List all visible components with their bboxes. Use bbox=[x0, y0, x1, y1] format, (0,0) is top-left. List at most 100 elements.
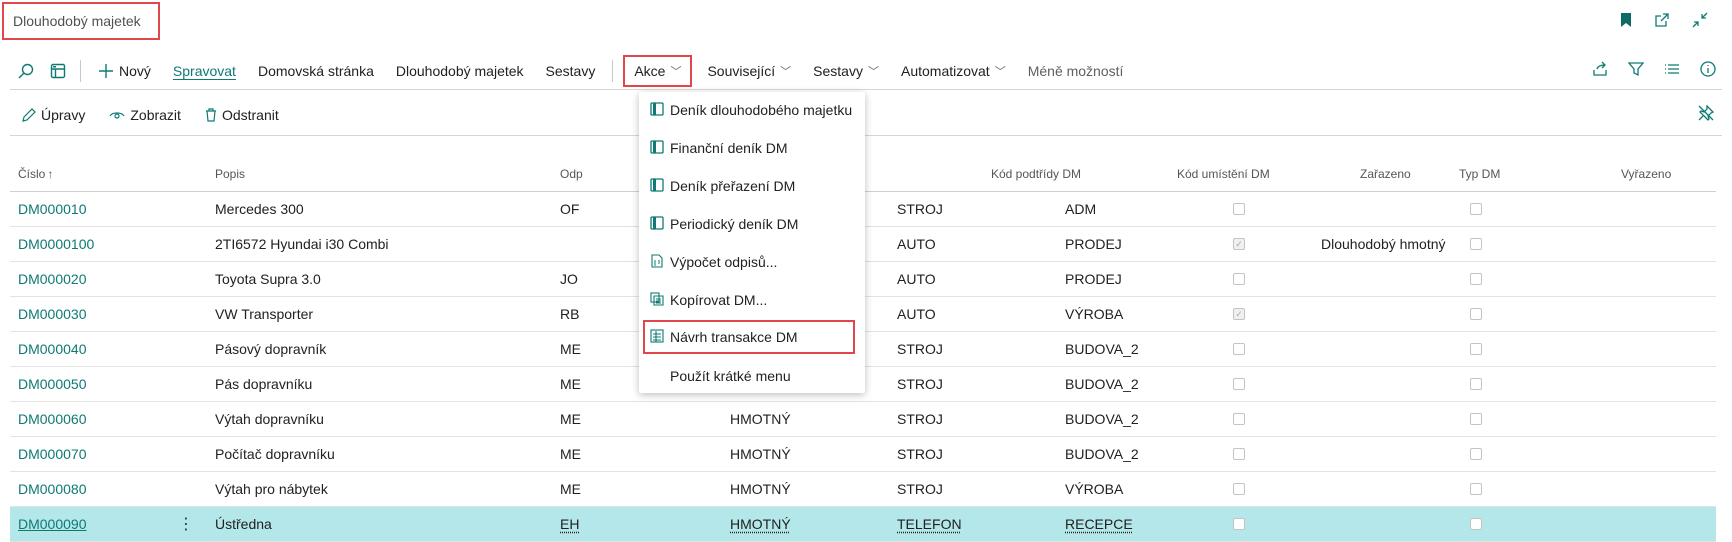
fewer-options-label: Méně možností bbox=[1027, 63, 1124, 79]
cell-class: HMOTNÝ bbox=[730, 411, 791, 427]
fewer-options-button[interactable]: Méně možností bbox=[1017, 53, 1135, 89]
assigned-checkbox[interactable] bbox=[1233, 483, 1245, 495]
disposed-checkbox[interactable] bbox=[1470, 378, 1482, 390]
cell-number[interactable]: DM000050 bbox=[18, 376, 87, 392]
cell-number[interactable]: DM000020 bbox=[18, 271, 87, 287]
cell-location: VÝROBA bbox=[1065, 481, 1124, 497]
cell-subclass: STROJ bbox=[897, 341, 943, 357]
cell-number[interactable]: DM000040 bbox=[18, 341, 87, 357]
cell-number[interactable]: DM000090 bbox=[18, 516, 87, 532]
cell-location: PRODEJ bbox=[1065, 236, 1122, 252]
tab-manage[interactable]: Spravovat bbox=[162, 53, 247, 89]
column-header-description[interactable]: Popis bbox=[215, 157, 245, 191]
menu-item-use-short-menu[interactable]: Použít krátké menu bbox=[639, 359, 865, 393]
column-header-number[interactable]: Číslo ↑ bbox=[18, 157, 53, 191]
disposed-checkbox[interactable] bbox=[1470, 238, 1482, 250]
disposed-checkbox[interactable] bbox=[1470, 308, 1482, 320]
search-button[interactable] bbox=[10, 53, 42, 89]
cell-description: Počítač dopravníku bbox=[215, 446, 335, 462]
assigned-checkbox[interactable] bbox=[1233, 378, 1245, 390]
search-icon bbox=[18, 63, 34, 79]
column-header-description-label: Popis bbox=[215, 167, 246, 181]
column-header-responsible[interactable]: Odp bbox=[560, 157, 583, 191]
list-view-button[interactable] bbox=[42, 53, 74, 89]
cell-description: Mercedes 300 bbox=[215, 201, 304, 217]
table-row[interactable]: DM000070 Počítač dopravníku ME HMOTNÝ STROJ B… bbox=[10, 437, 1716, 472]
calculate-icon bbox=[650, 254, 664, 271]
automate-menu-button[interactable]: Automatizovat ﹀ bbox=[890, 53, 1017, 89]
info-icon[interactable] bbox=[1700, 60, 1716, 82]
page-title: Dlouhodobý majetek bbox=[2, 2, 160, 40]
pin-button[interactable] bbox=[1698, 103, 1722, 126]
column-header-location[interactable]: Kód umístění DM bbox=[1177, 157, 1270, 191]
disposed-checkbox[interactable] bbox=[1470, 483, 1482, 495]
cell-class: HMOTNÝ bbox=[730, 446, 791, 462]
chevron-down-icon: ﹀ bbox=[670, 66, 682, 78]
table-row[interactable]: DM000060 Výtah dopravníku ME HMOTNÝ STROJ BUD… bbox=[10, 402, 1716, 437]
tab-fixed-asset-label: Dlouhodobý majetek bbox=[395, 63, 524, 79]
tab-home[interactable]: Domovská stránka bbox=[247, 53, 385, 89]
chevron-down-icon: ﹀ bbox=[994, 66, 1006, 78]
disposed-checkbox[interactable] bbox=[1470, 343, 1482, 355]
actions-menu-button[interactable]: Akce ﹀ bbox=[623, 55, 693, 87]
cell-number[interactable]: DM0000100 bbox=[18, 236, 94, 252]
disposed-checkbox[interactable] bbox=[1470, 203, 1482, 215]
cell-description: Výtah pro nábytek bbox=[215, 481, 328, 497]
menu-item-calculate-depreciation[interactable]: Výpočet odpisů... bbox=[639, 245, 865, 279]
menu-item-recurring-journal[interactable]: Periodický deník DM bbox=[639, 207, 865, 241]
disposed-checkbox[interactable] bbox=[1470, 518, 1482, 530]
eye-icon bbox=[109, 112, 125, 119]
column-header-disposed[interactable]: Vyřazeno bbox=[1621, 157, 1671, 191]
menu-item-fa-journal[interactable]: Deník dlouhodobého majetku bbox=[639, 93, 865, 127]
view-button[interactable]: Zobrazit bbox=[97, 107, 193, 123]
column-header-type[interactable]: Typ DM bbox=[1459, 157, 1500, 191]
assigned-checkbox[interactable] bbox=[1233, 518, 1245, 530]
pencil-icon bbox=[22, 108, 36, 122]
chevron-down-icon: ﹀ bbox=[780, 66, 792, 78]
row-actions-icon[interactable]: ⋮ bbox=[178, 514, 194, 534]
list-icon[interactable] bbox=[1664, 61, 1680, 82]
open-new-window-icon[interactable] bbox=[1654, 12, 1670, 28]
menu-item-fa-reclass-journal[interactable]: Deník přeřazení DM bbox=[639, 169, 865, 203]
collapse-icon[interactable] bbox=[1692, 12, 1708, 28]
column-header-assigned[interactable]: Zařazeno bbox=[1360, 157, 1411, 191]
menu-item-fa-transaction-proposal[interactable]: Návrh transakce DM bbox=[643, 320, 855, 354]
related-menu-button[interactable]: Související ﹀ bbox=[696, 53, 802, 89]
cell-location: VÝROBA bbox=[1065, 306, 1124, 322]
table-row[interactable]: DM000080 Výtah pro nábytek ME HMOTNÝ STROJ VÝ… bbox=[10, 472, 1716, 507]
delete-button[interactable]: Odstranit bbox=[193, 107, 291, 123]
disposed-checkbox[interactable] bbox=[1470, 448, 1482, 460]
assigned-checkbox[interactable] bbox=[1233, 203, 1245, 215]
column-header-subclass[interactable]: Kód podtřídy DM bbox=[991, 157, 1081, 191]
edit-button[interactable]: Úpravy bbox=[10, 107, 97, 123]
assigned-checkbox[interactable] bbox=[1233, 413, 1245, 425]
assigned-checkbox[interactable] bbox=[1233, 308, 1245, 320]
menu-item-fa-gl-journal[interactable]: Finanční deník DM bbox=[639, 131, 865, 165]
table-row[interactable]: DM000090 Ústředna EH HMOTNÝ TELEFON RECEPCE ⋮ bbox=[10, 507, 1716, 542]
bookmark-icon[interactable] bbox=[1620, 12, 1632, 28]
tab-fixed-asset[interactable]: Dlouhodobý majetek bbox=[385, 53, 535, 89]
reports-menu-button[interactable]: Sestavy ﹀ bbox=[802, 53, 890, 89]
assigned-checkbox[interactable] bbox=[1233, 343, 1245, 355]
filter-icon[interactable] bbox=[1627, 61, 1645, 82]
cell-number[interactable]: DM000080 bbox=[18, 481, 87, 497]
automate-menu-label: Automatizovat bbox=[900, 63, 990, 79]
disposed-checkbox[interactable] bbox=[1470, 413, 1482, 425]
menu-item-label: Deník dlouhodobého majetku bbox=[670, 102, 853, 118]
cell-number[interactable]: DM000010 bbox=[18, 201, 87, 217]
assigned-checkbox[interactable] bbox=[1233, 238, 1245, 250]
new-button[interactable]: Nový bbox=[87, 53, 162, 89]
assigned-checkbox[interactable] bbox=[1233, 448, 1245, 460]
reports-menu-label: Sestavy bbox=[813, 63, 863, 79]
share-icon[interactable] bbox=[1592, 61, 1608, 82]
tab-reports[interactable]: Sestavy bbox=[535, 53, 607, 89]
menu-item-label: Návrh transakce DM bbox=[670, 329, 798, 345]
cell-number[interactable]: DM000070 bbox=[18, 446, 87, 462]
assigned-checkbox[interactable] bbox=[1233, 273, 1245, 285]
menu-item-copy-fa[interactable]: Kopírovat DM... bbox=[639, 283, 865, 317]
disposed-checkbox[interactable] bbox=[1470, 273, 1482, 285]
column-header-type-label: Typ DM bbox=[1459, 167, 1501, 181]
cell-number[interactable]: DM000060 bbox=[18, 411, 87, 427]
cell-location: ADM bbox=[1065, 201, 1097, 217]
cell-number[interactable]: DM000030 bbox=[18, 306, 87, 322]
